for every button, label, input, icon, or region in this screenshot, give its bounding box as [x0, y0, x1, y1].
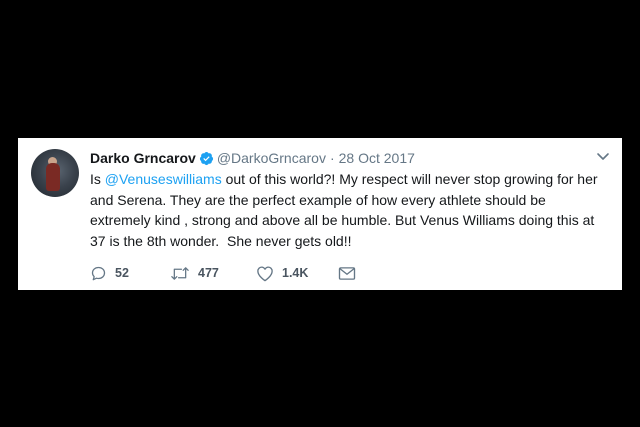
like-count: 1.4K [282, 266, 309, 280]
display-name[interactable]: Darko Grncarov [90, 150, 196, 166]
direct-message-button[interactable] [338, 266, 356, 281]
tweet-header: Darko Grncarov @DarkoGrncarov · 28 Oct 2… [90, 149, 415, 167]
tweet-text: Is @Venuseswilliams out of this world?! … [90, 169, 610, 251]
avatar[interactable] [31, 149, 79, 197]
retweet-button[interactable]: 477 [170, 265, 256, 282]
envelope-icon [338, 266, 356, 280]
heart-icon [257, 265, 273, 281]
chevron-down-icon[interactable] [596, 152, 610, 162]
tweet-text-prefix: Is [90, 171, 105, 187]
handle[interactable]: @DarkoGrncarov [217, 150, 326, 166]
verified-badge-icon [199, 151, 213, 165]
header-separator: · [329, 150, 335, 166]
reply-count: 52 [115, 266, 129, 280]
avatar-figure [46, 163, 60, 191]
tweet-card: Darko Grncarov @DarkoGrncarov · 28 Oct 2… [18, 138, 622, 290]
tweet-date[interactable]: 28 Oct 2017 [339, 150, 415, 166]
reply-icon [91, 266, 106, 280]
retweet-icon [171, 266, 189, 280]
tweet-actions: 52 477 1.4K [90, 264, 356, 282]
retweet-count: 477 [198, 266, 219, 280]
mention-link[interactable]: @Venuseswilliams [105, 171, 222, 187]
like-button[interactable]: 1.4K [256, 265, 338, 282]
reply-button[interactable]: 52 [90, 265, 170, 282]
